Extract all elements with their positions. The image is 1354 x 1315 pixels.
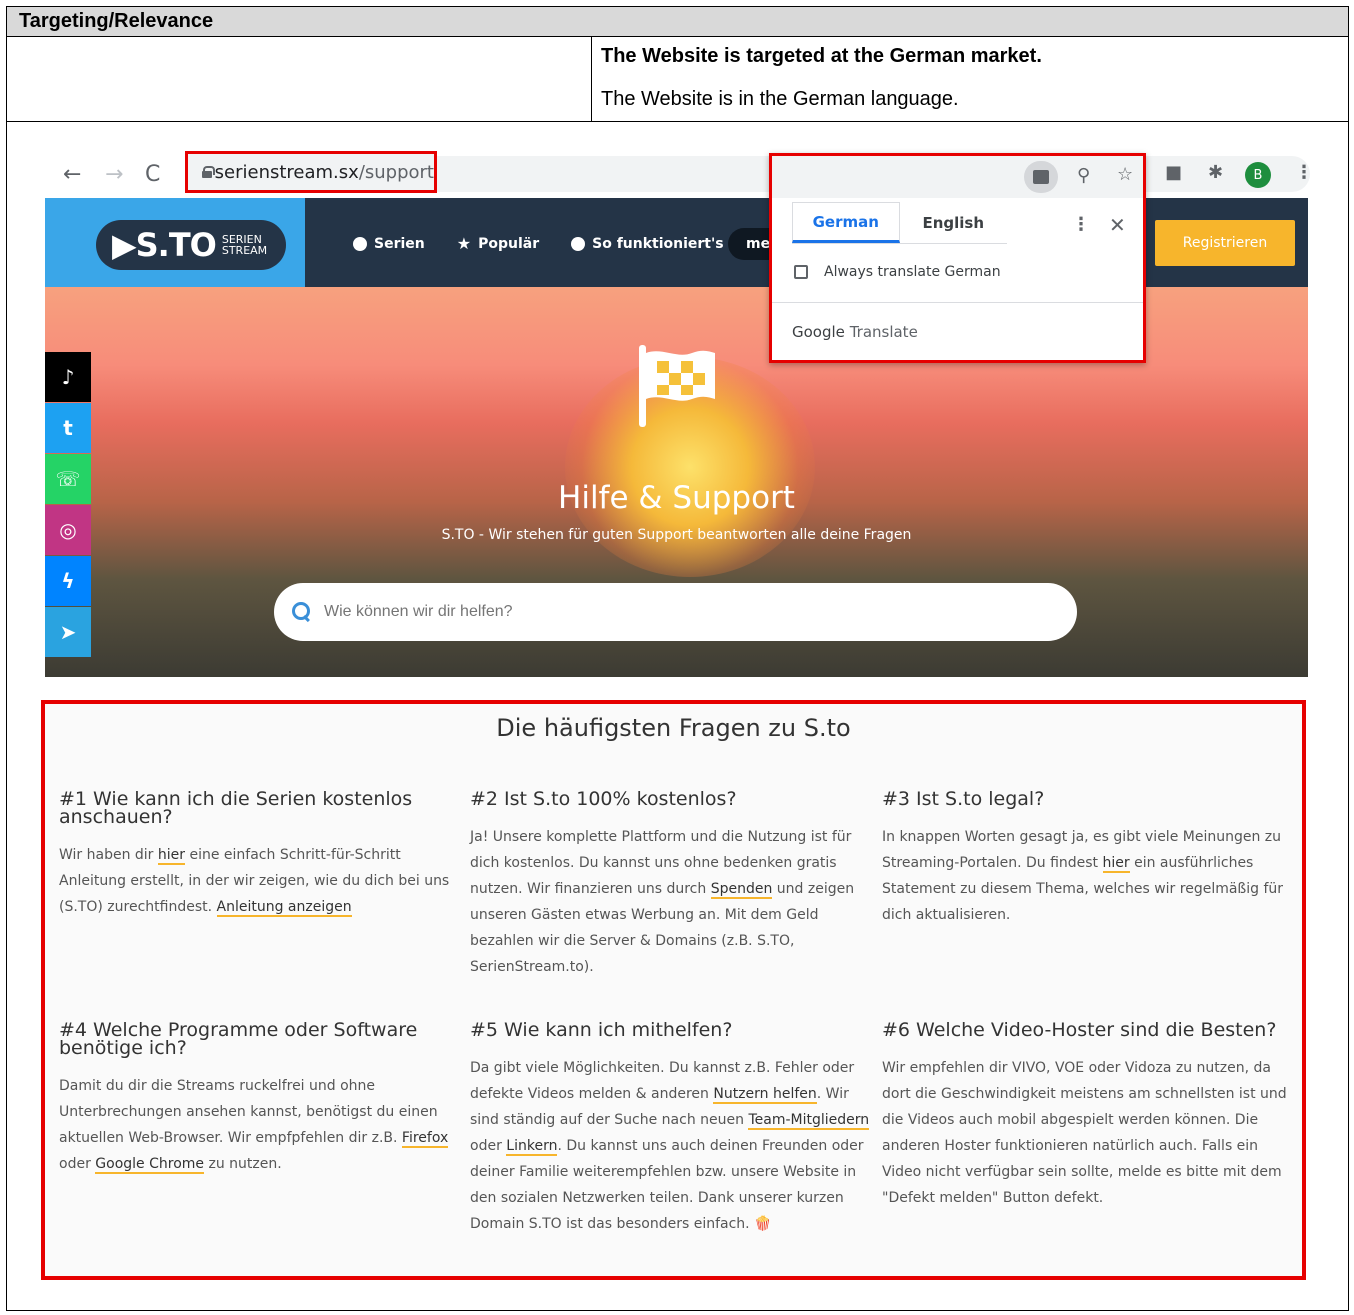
url-text: serienstream.sx/support [215,162,434,183]
faq-question: #4 Welche Programme oder Software benöti… [59,1019,418,1059]
nav-so-funktionierts[interactable]: So funktioniert's [571,234,724,253]
statement-bold: The Website is targeted at the German ma… [601,45,1042,67]
popup-footer: Google Translate [772,302,1143,360]
faq-question: #5 Wie kann ich mithelfen? [470,1019,733,1041]
faq-answer: Da gibt viele Möglichkeiten. Du kannst z… [470,1060,870,1232]
faq-question: #2 Ist S.to 100% kostenlos? [470,788,737,810]
star-icon: ★ [456,234,472,253]
link-team-mitgliedern[interactable]: Team-Mitgliedern [748,1112,870,1130]
translate-label: Translate [849,323,918,341]
telegram-icon[interactable]: ➤ [45,607,91,657]
link-spenden[interactable]: Spenden [710,881,773,899]
faq-item: #1 Wie kann ich die Serien kostenlos ans… [59,790,459,920]
logo-sub: SERIEN STREAM [221,233,268,257]
link-nutzern-helfen[interactable]: Nutzern helfen [713,1086,817,1104]
link-firefox[interactable]: Firefox [401,1130,449,1148]
nav-serien[interactable]: Serien [353,234,425,253]
back-arrow-icon[interactable]: ← [63,162,81,187]
address-bar[interactable]: serienstream.sx/support [185,151,437,193]
table-header: Targeting/Relevance [7,7,1348,37]
site-nav: Serien ★ Populär So funktioniert's [353,234,724,253]
url-path: /support [358,161,434,183]
close-icon[interactable]: ✕ [1109,213,1126,237]
table-cell-statement: The Website is targeted at the German ma… [592,37,1348,121]
reload-icon[interactable]: C [145,162,160,187]
faq-question: #3 Ist S.to legal? [882,788,1045,810]
play-icon [353,236,367,251]
language-tabs: German English [792,202,1007,244]
faq-item: #5 Wie kann ich mithelfen? Da gibt viele… [470,1021,870,1237]
faq-item: #4 Welche Programme oder Software benöti… [59,1021,459,1177]
always-translate-row[interactable]: Always translate German [794,264,1001,280]
kebab-menu-icon[interactable]: ⋮ [1295,162,1313,183]
logo-main: ▶S.TO [112,226,217,264]
link-google-chrome[interactable]: Google Chrome [95,1156,205,1174]
zoom-icon[interactable]: ⚲ [1077,165,1090,186]
table-row: The Website is targeted at the German ma… [7,37,1348,121]
avatar[interactable]: B [1245,162,1271,188]
popup-omnibox-strip: ⚲ ☆ [772,156,1143,198]
faq-question: #6 Welche Video-Hoster sind die Besten? [882,1019,1277,1041]
url-domain: serienstream.sx [214,161,359,183]
tab-english[interactable]: English [900,202,1008,243]
hero-title: Hilfe & Support [558,480,795,516]
faq-answer: In knappen Worten gesagt ja, es gibt vie… [882,829,1284,923]
google-logo: Google [792,323,845,341]
forward-arrow-icon[interactable]: → [105,162,123,187]
extension-icon[interactable]: ■ [1165,162,1182,183]
link-hier[interactable]: hier [1102,855,1130,873]
faq-answer: Ja! Unsere komplette Plattform und die N… [470,829,855,975]
faq-section: Die häufigsten Fragen zu S.to #1 Wie kan… [41,700,1306,1280]
always-translate-label: Always translate German [824,264,1001,280]
whatsapp-icon[interactable]: ☏ [45,454,91,504]
search-icon [292,602,312,622]
puzzle-icon[interactable]: ✱ [1208,162,1223,183]
checkered-flag-icon [639,345,715,427]
translate-popup: ⚲ ☆ German English ⋮ ✕ Always translate … [769,153,1146,363]
table-cell-empty [7,37,592,121]
document-table: Targeting/Relevance The Website is targe… [6,6,1349,122]
question-icon [571,236,586,251]
faq-answer: Wir empfehlen dir VIVO, VOE oder Vidoza … [882,1060,1287,1206]
tiktok-icon[interactable]: ♪ [45,352,91,402]
lock-icon [202,166,214,178]
faq-item: #2 Ist S.to 100% kostenlos? Ja! Unsere k… [470,790,870,980]
messenger-icon[interactable]: ϟ [45,556,91,606]
hero-subtitle: S.TO - Wir stehen für guten Support bean… [441,527,912,543]
search-input[interactable] [324,603,1024,621]
translate-icon[interactable] [1024,161,1058,193]
faq-item: #3 Ist S.to legal? In knappen Worten ges… [882,790,1297,928]
tab-german[interactable]: German [792,202,900,243]
instagram-icon[interactable]: ◎ [45,505,91,555]
popup-kebab-icon[interactable]: ⋮ [1072,214,1090,235]
statement-text: The Website is in the German language. [601,88,959,110]
bookmark-star-icon[interactable]: ☆ [1117,164,1133,185]
logo-block: ▶S.TO SERIEN STREAM [45,198,305,287]
search-bar[interactable] [274,583,1077,641]
faq-answer: Damit du dir die Streams ruckelfrei und … [59,1078,449,1174]
faq-title: Die häufigsten Fragen zu S.to [496,714,851,742]
faq-question: #1 Wie kann ich die Serien kostenlos ans… [59,788,413,828]
twitter-icon[interactable]: t [45,403,91,453]
register-button[interactable]: Registrieren [1155,220,1295,266]
faq-answer: Wir haben dir hier eine einfach Schritt-… [59,847,450,917]
link-hier[interactable]: hier [157,847,186,865]
link-linkern[interactable]: Linkern [506,1138,558,1156]
site-logo[interactable]: ▶S.TO SERIEN STREAM [96,220,286,270]
link-anleitung[interactable]: Anleitung anzeigen [216,899,352,917]
always-translate-checkbox[interactable] [794,265,808,279]
nav-populaer[interactable]: ★ Populär [457,234,539,253]
social-sidebar: ♪ t ☏ ◎ ϟ ➤ [45,352,91,658]
faq-item: #6 Welche Video-Hoster sind die Besten? … [882,1021,1297,1211]
